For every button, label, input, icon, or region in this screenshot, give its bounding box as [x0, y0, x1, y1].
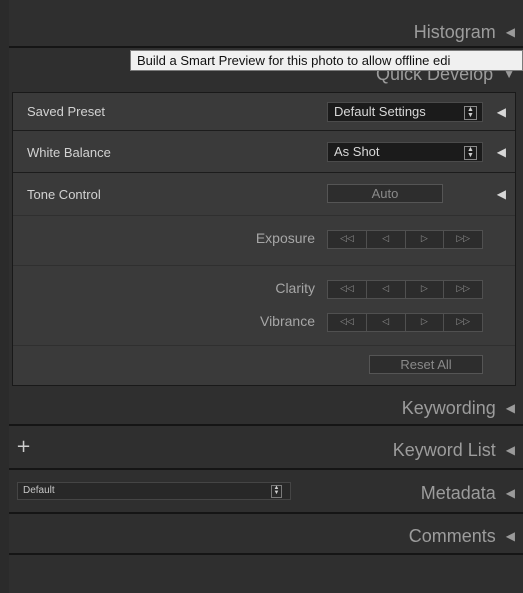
exposure-increase-large-button[interactable]: ▷▷: [444, 231, 482, 248]
exposure-increase-small-button[interactable]: ▷: [406, 231, 445, 248]
saved-preset-value: Default Settings: [334, 103, 426, 119]
white-balance-row: White Balance As Shot ▲ ▼ ◀: [13, 132, 515, 173]
triangle-left-icon[interactable]: ◀: [497, 145, 506, 159]
clarity-label: Clarity: [275, 280, 315, 296]
comments-panel-header[interactable]: Comments ◀: [9, 522, 523, 550]
clarity-decrease-small-button[interactable]: ◁: [367, 281, 406, 298]
metadata-title: Metadata: [420, 482, 496, 503]
keywording-panel-header[interactable]: Keywording ◀: [9, 394, 523, 422]
updown-stepper-icon: ▲ ▼: [464, 146, 477, 160]
panel-separator: [9, 553, 523, 555]
tone-control-row: Tone Control Auto ◀: [13, 174, 515, 214]
section-divider: [13, 345, 515, 346]
section-divider: [13, 215, 515, 216]
vibrance-decrease-large-button[interactable]: ◁◁: [328, 314, 367, 331]
auto-tone-button[interactable]: Auto: [327, 184, 443, 203]
triangle-left-icon: ◀: [505, 486, 515, 500]
vibrance-label: Vibrance: [259, 313, 315, 329]
triangle-left-icon: ◀: [505, 25, 515, 39]
exposure-decrease-large-button[interactable]: ◁◁: [328, 231, 367, 248]
smart-preview-tooltip: Build a Smart Preview for this photo to …: [130, 50, 523, 71]
panel-separator: [9, 468, 523, 470]
reset-all-button[interactable]: Reset All: [369, 355, 483, 374]
panel-separator: [9, 512, 523, 514]
clarity-stepper: ◁◁ ◁ ▷ ▷▷: [327, 280, 483, 299]
quick-develop-body: Saved Preset Default Settings ▲ ▼ ◀ White…: [12, 92, 516, 386]
triangle-left-icon: ◀: [505, 529, 515, 543]
metadata-panel-header[interactable]: Metadata ◀: [9, 479, 523, 507]
saved-preset-select[interactable]: Default Settings ▲ ▼: [327, 101, 483, 122]
triangle-left-icon: ◀: [505, 401, 515, 415]
clarity-increase-small-button[interactable]: ▷: [406, 281, 445, 298]
histogram-title: Histogram: [413, 21, 496, 42]
clarity-decrease-large-button[interactable]: ◁◁: [328, 281, 367, 298]
triangle-left-icon: ◀: [505, 443, 515, 457]
panel-separator: [9, 424, 523, 426]
vibrance-decrease-small-button[interactable]: ◁: [367, 314, 406, 331]
triangle-left-icon[interactable]: ◀: [497, 105, 506, 119]
section-divider: [13, 265, 515, 266]
keyword-list-panel-header[interactable]: Keyword List ◀: [9, 436, 523, 464]
exposure-decrease-small-button[interactable]: ◁: [367, 231, 406, 248]
exposure-stepper: ◁◁ ◁ ▷ ▷▷: [327, 230, 483, 249]
vibrance-increase-large-button[interactable]: ▷▷: [444, 314, 482, 331]
white-balance-value: As Shot: [334, 144, 380, 159]
clarity-increase-large-button[interactable]: ▷▷: [444, 281, 482, 298]
saved-preset-row: Saved Preset Default Settings ▲ ▼ ◀: [13, 93, 515, 131]
comments-title: Comments: [408, 525, 496, 546]
keyword-list-title: Keyword List: [392, 439, 496, 460]
triangle-left-icon[interactable]: ◀: [497, 187, 506, 201]
updown-stepper-icon: ▲ ▼: [464, 105, 477, 120]
panel-separator: [9, 46, 523, 48]
white-balance-select[interactable]: As Shot ▲ ▼: [327, 142, 483, 162]
exposure-label: Exposure: [255, 230, 315, 246]
keywording-title: Keywording: [401, 397, 496, 418]
vibrance-stepper: ◁◁ ◁ ▷ ▷▷: [327, 313, 483, 332]
vibrance-increase-small-button[interactable]: ▷: [406, 314, 445, 331]
histogram-panel-header[interactable]: Histogram ◀: [9, 18, 523, 46]
